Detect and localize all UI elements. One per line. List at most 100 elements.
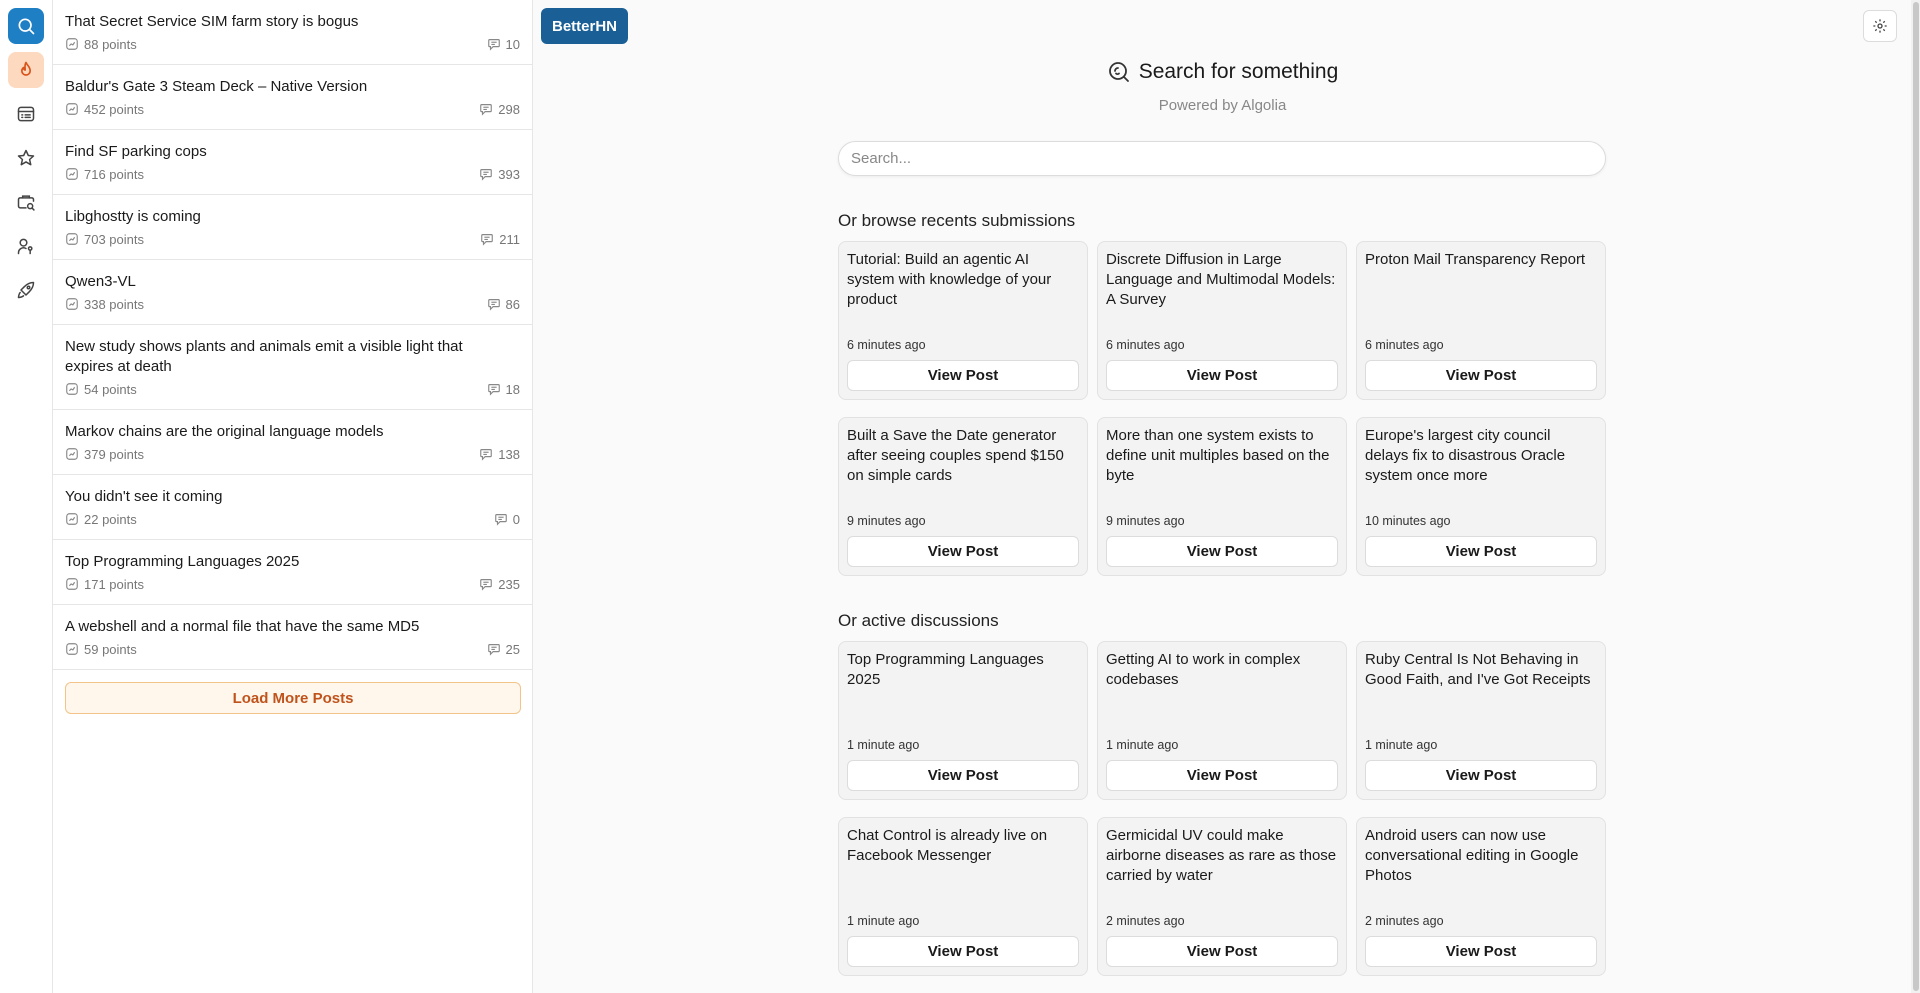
- load-more-button[interactable]: Load More Posts: [65, 682, 521, 714]
- post-title[interactable]: Qwen3-VL: [65, 272, 520, 292]
- post-title[interactable]: A webshell and a normal file that have t…: [65, 617, 520, 637]
- view-post-button[interactable]: View Post: [847, 536, 1079, 567]
- card-title: More than one system exists to define un…: [1106, 427, 1330, 484]
- card-title: Getting AI to work in complex codebases: [1106, 651, 1301, 688]
- post-title[interactable]: Libghostty is coming: [65, 207, 520, 227]
- post-meta: 22 points 0: [65, 511, 520, 527]
- view-post-button[interactable]: View Post: [847, 760, 1079, 791]
- post-title[interactable]: New study shows plants and animals emit …: [65, 337, 520, 377]
- view-post-button[interactable]: View Post: [1106, 936, 1338, 967]
- main-content: BetterHN Search for something Powered by…: [534, 0, 1920, 993]
- post-card: Tutorial: Build an agentic AI system wit…: [838, 241, 1088, 400]
- chart-icon: [66, 513, 78, 525]
- view-post-button[interactable]: View Post: [1106, 360, 1338, 391]
- view-post-button[interactable]: View Post: [1365, 360, 1597, 391]
- list-item[interactable]: New study shows plants and animals emit …: [53, 325, 532, 410]
- user-key-icon[interactable]: [8, 228, 44, 264]
- briefcase-search-icon[interactable]: [8, 184, 44, 220]
- post-card: Proton Mail Transparency Report 6 minute…: [1356, 241, 1606, 400]
- brand-button[interactable]: BetterHN: [541, 8, 629, 44]
- view-post-button[interactable]: View Post: [1106, 536, 1338, 567]
- post-comment-count: 25: [505, 641, 520, 657]
- view-post-button[interactable]: View Post: [1365, 936, 1597, 967]
- post-comment-count: 298: [498, 101, 520, 117]
- search-input[interactable]: [838, 141, 1606, 176]
- post-title[interactable]: Markov chains are the original language …: [65, 422, 520, 442]
- list-item[interactable]: Markov chains are the original language …: [53, 410, 532, 475]
- star-icon[interactable]: [8, 140, 44, 176]
- post-comment-count: 86: [505, 296, 520, 312]
- list-item[interactable]: Top Programming Languages 2025 171 point…: [53, 540, 532, 605]
- list-item[interactable]: Find SF parking cops 716 points 393: [53, 130, 532, 195]
- post-card: Chat Control is already live on Facebook…: [838, 817, 1088, 976]
- card-title: Chat Control is already live on Facebook…: [847, 827, 1048, 864]
- view-post-button[interactable]: View Post: [1365, 536, 1597, 567]
- view-post-button[interactable]: View Post: [847, 360, 1079, 391]
- post-points: 88 points: [84, 36, 137, 52]
- card-time: 1 minute ago: [847, 738, 920, 752]
- card-time: 10 minutes ago: [1365, 514, 1451, 528]
- list-item[interactable]: Baldur's Gate 3 Steam Deck – Native Vers…: [53, 65, 532, 130]
- card-time: 1 minute ago: [847, 914, 920, 928]
- chart-icon: [66, 233, 78, 245]
- active-heading: Or active discussions: [838, 611, 999, 630]
- post-points: 59 points: [84, 641, 137, 657]
- card-time: 9 minutes ago: [847, 514, 926, 528]
- post-card: Europe's largest city council delays fix…: [1356, 417, 1606, 576]
- post-card: Ruby Central Is Not Behaving in Good Fai…: [1356, 641, 1606, 800]
- view-post-button[interactable]: View Post: [847, 936, 1079, 967]
- post-card: More than one system exists to define un…: [1097, 417, 1347, 576]
- post-title[interactable]: You didn't see it coming: [65, 487, 520, 507]
- active-grid: Top Programming Languages 2025 1 minute …: [838, 641, 1608, 976]
- post-comment-count: 235: [498, 576, 520, 592]
- post-title[interactable]: Find SF parking cops: [65, 142, 520, 162]
- card-time: 6 minutes ago: [1365, 338, 1444, 352]
- list-item[interactable]: That Secret Service SIM farm story is bo…: [53, 0, 532, 65]
- post-comment-count: 18: [505, 381, 520, 397]
- card-title: Tutorial: Build an agentic AI system wit…: [847, 251, 1052, 308]
- list-item[interactable]: Qwen3-VL 338 points 86: [53, 260, 532, 325]
- recent-grid: Tutorial: Build an agentic AI system wit…: [838, 241, 1608, 576]
- comment-icon: [487, 384, 500, 396]
- post-comment-count: 138: [498, 446, 520, 462]
- card-time: 6 minutes ago: [1106, 338, 1185, 352]
- card-title: Ruby Central Is Not Behaving in Good Fai…: [1365, 651, 1591, 688]
- post-title[interactable]: Top Programming Languages 2025: [65, 552, 520, 572]
- list-item[interactable]: A webshell and a normal file that have t…: [53, 605, 532, 670]
- chart-icon: [66, 168, 78, 180]
- post-title[interactable]: That Secret Service SIM farm story is bo…: [65, 12, 520, 32]
- post-list: That Secret Service SIM farm story is bo…: [53, 0, 533, 993]
- post-meta: 379 points 138: [65, 446, 520, 462]
- view-post-button[interactable]: View Post: [1365, 760, 1597, 791]
- card-time: 1 minute ago: [1365, 738, 1438, 752]
- card-time: 2 minutes ago: [1365, 914, 1444, 928]
- list-item[interactable]: Libghostty is coming 703 points 211: [53, 195, 532, 260]
- comment-icon: [480, 104, 493, 116]
- post-points: 54 points: [84, 381, 137, 397]
- chart-icon: [66, 298, 78, 310]
- comment-icon: [487, 644, 500, 656]
- view-post-button[interactable]: View Post: [1106, 760, 1338, 791]
- search-icon[interactable]: [8, 8, 44, 44]
- scrollbar-thumb[interactable]: [1913, 2, 1919, 991]
- post-comment-count: 10: [505, 36, 520, 52]
- post-card: Top Programming Languages 2025 1 minute …: [838, 641, 1088, 800]
- post-title[interactable]: Baldur's Gate 3 Steam Deck – Native Vers…: [65, 77, 520, 97]
- comment-icon: [481, 234, 494, 246]
- comment-icon: [480, 169, 493, 181]
- post-card: Discrete Diffusion in Large Language and…: [1097, 241, 1347, 400]
- flame-icon[interactable]: [8, 52, 44, 88]
- post-points: 379 points: [84, 446, 144, 462]
- recent-heading: Or browse recents submissions: [838, 211, 1076, 230]
- list-item[interactable]: You didn't see it coming 22 points 0: [53, 475, 532, 540]
- search-sparkle-icon: [1108, 62, 1129, 82]
- post-points: 703 points: [84, 231, 144, 247]
- post-meta: 88 points 10: [65, 36, 520, 52]
- card-title: Europe's largest city council delays fix…: [1365, 427, 1566, 484]
- settings-button[interactable]: [1863, 10, 1897, 42]
- card-time: 1 minute ago: [1106, 738, 1179, 752]
- list-icon[interactable]: [8, 96, 44, 132]
- post-comment-count: 211: [499, 231, 520, 247]
- rocket-icon[interactable]: [8, 272, 44, 308]
- chart-icon: [66, 578, 78, 590]
